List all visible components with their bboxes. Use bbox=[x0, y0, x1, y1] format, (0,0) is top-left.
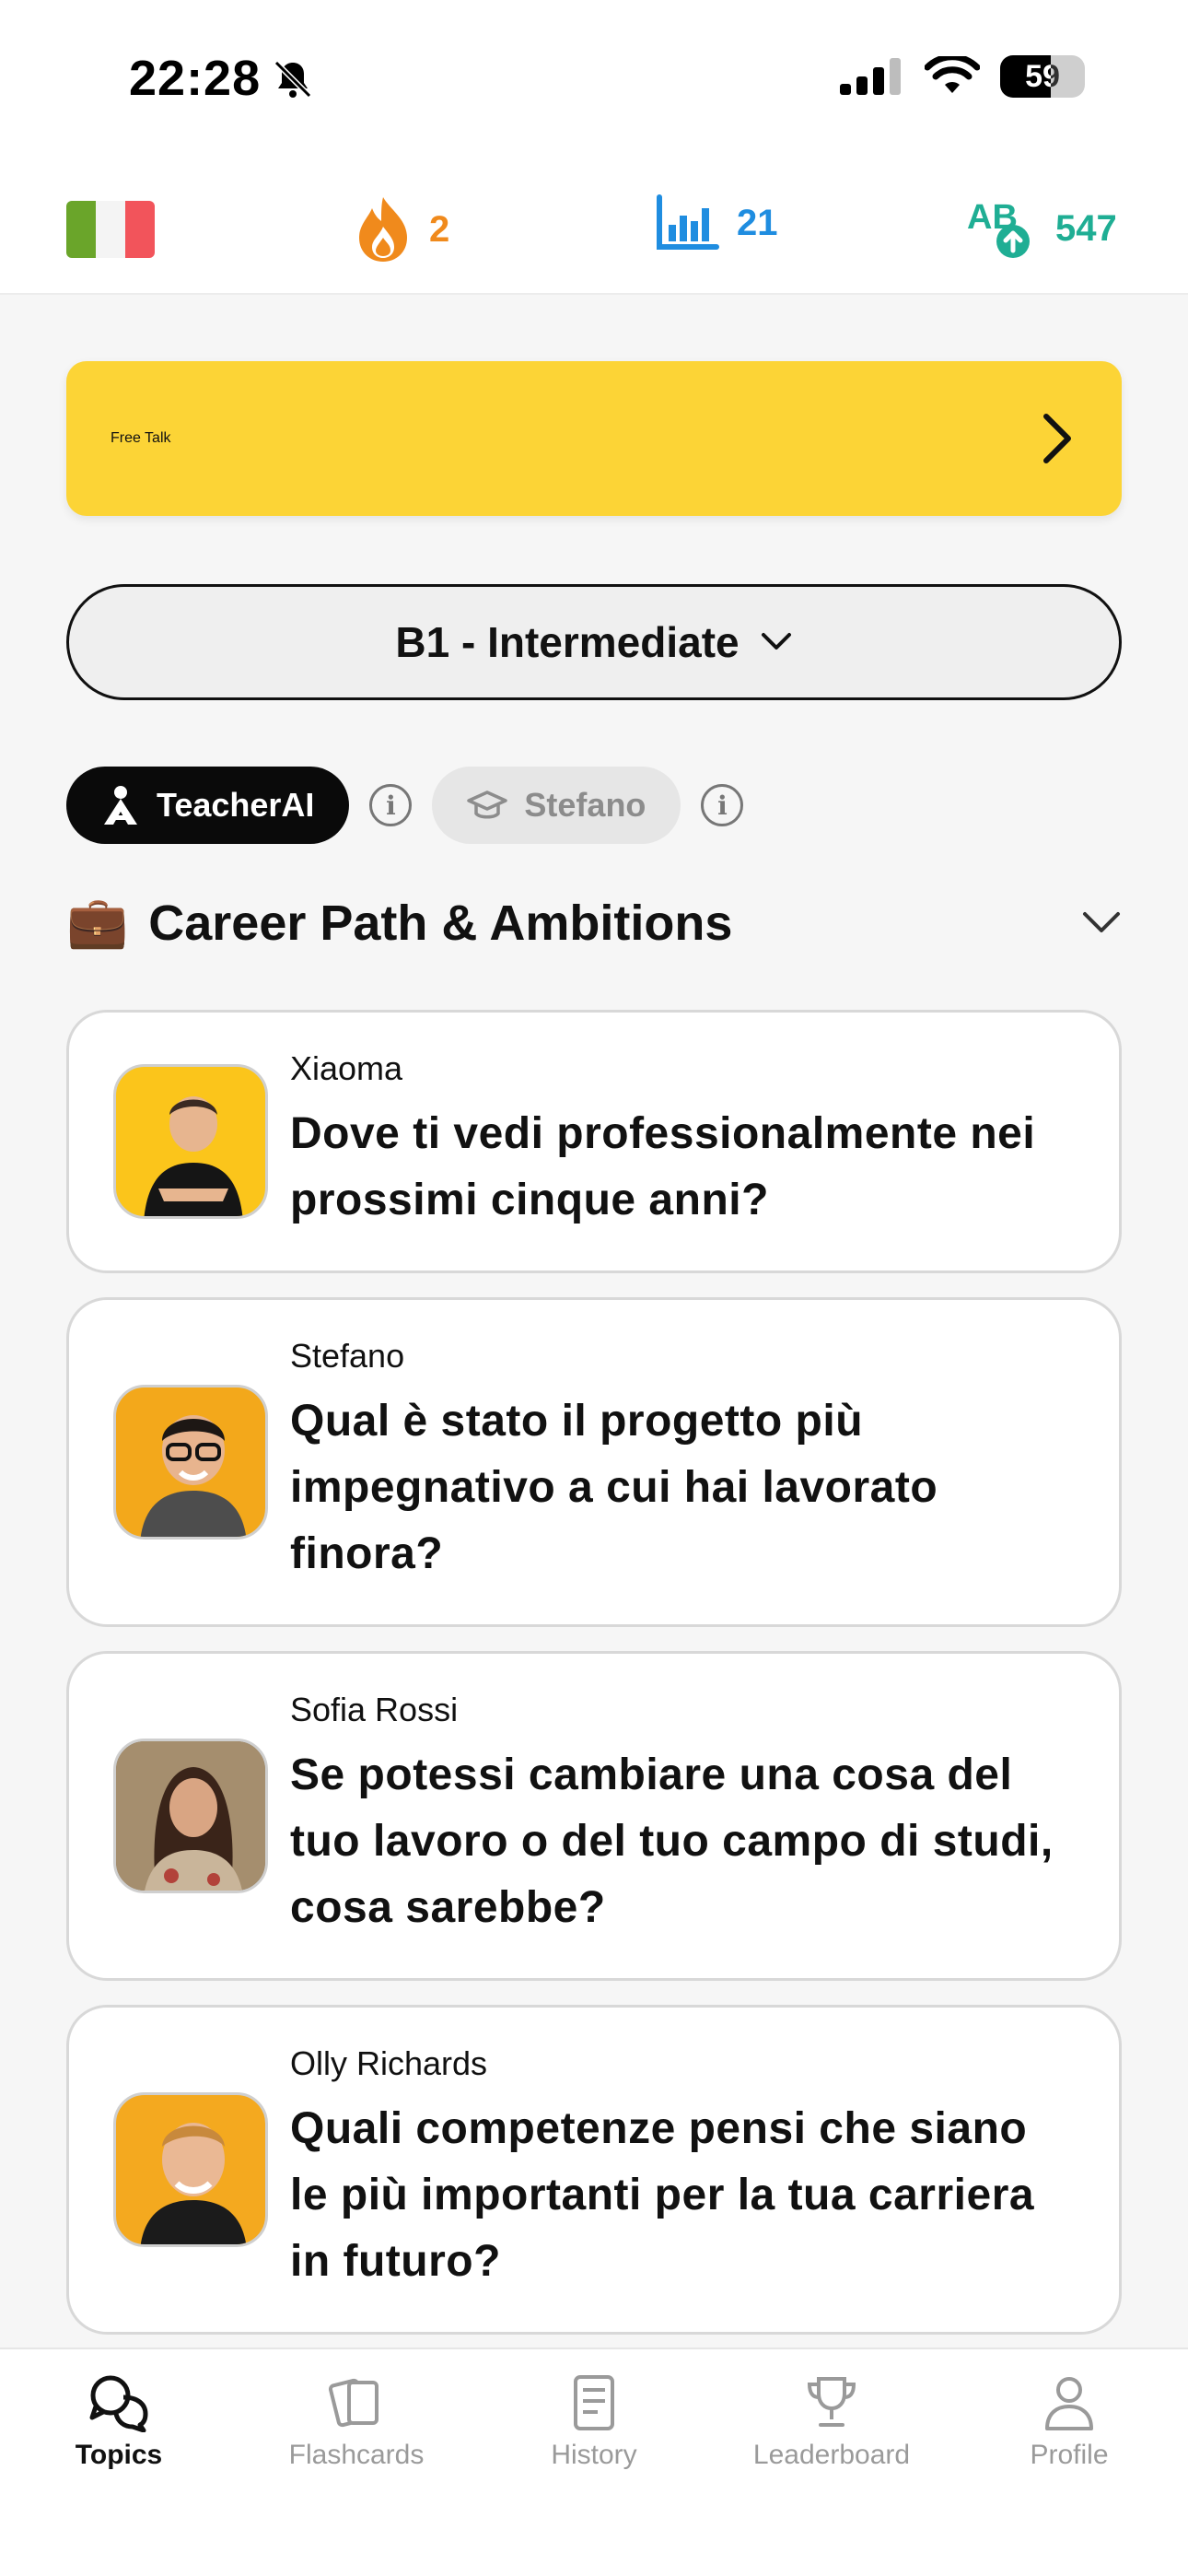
trophy-icon bbox=[807, 2377, 856, 2427]
free-talk-button[interactable]: Free Talk bbox=[66, 361, 1122, 516]
chevron-down-icon[interactable] bbox=[1081, 910, 1122, 936]
tab-label: Profile bbox=[1030, 2440, 1109, 2470]
streak-value: 2 bbox=[429, 208, 450, 250]
section-title-text: Career Path & Ambitions bbox=[148, 895, 733, 951]
status-bar: 22:28 59 bbox=[0, 0, 1188, 166]
tutor-chip-stefano[interactable]: Stefano bbox=[432, 767, 681, 844]
xp-value: 547 bbox=[1055, 207, 1117, 249]
xp-counter[interactable]: AB 547 bbox=[965, 193, 1117, 263]
signal-icon bbox=[840, 58, 901, 95]
info-icon-teacherai[interactable]: i bbox=[369, 784, 413, 826]
italy-flag-icon[interactable] bbox=[66, 201, 155, 258]
card-question: Se potessi cambiare una cosa del tuo lav… bbox=[290, 1751, 1054, 1932]
card-author: Olly Richards bbox=[290, 2044, 488, 2082]
topic-card[interactable]: Xiaoma Dove ti vedi professionalmente ne… bbox=[66, 1010, 1122, 1273]
topic-section-header[interactable]: 💼 Career Path & Ambitions bbox=[66, 894, 1122, 952]
card-author: Stefano bbox=[290, 1337, 405, 1375]
bottom-tab-bar: Topics Flashcards History Leaderboard Pr… bbox=[0, 2348, 1188, 2576]
tab-history[interactable]: History bbox=[475, 2349, 713, 2576]
chevron-down-icon bbox=[761, 633, 791, 650]
vocabulary-up-icon: AB bbox=[967, 198, 1030, 258]
briefcase-icon: 💼 bbox=[66, 895, 129, 950]
topic-card[interactable]: Stefano Qual è stato il progetto più imp… bbox=[66, 1297, 1122, 1627]
teacher-ai-icon bbox=[104, 786, 137, 825]
level-value: 21 bbox=[737, 202, 778, 243]
bar-chart-icon bbox=[657, 194, 719, 250]
tab-topics[interactable]: Topics bbox=[0, 2349, 238, 2576]
card-question: Dove ti vedi professionalmente nei pross… bbox=[290, 1109, 1036, 1224]
streak-counter[interactable]: 2 bbox=[354, 193, 449, 265]
wifi-icon bbox=[925, 56, 980, 93]
tutor-chip-teacherai-label: TeacherAI bbox=[157, 786, 315, 824]
topic-card[interactable]: Sofia Rossi Se potessi cambiare una cosa… bbox=[66, 1651, 1122, 1981]
graduation-cap-icon bbox=[467, 790, 508, 819]
free-talk-label: Free Talk bbox=[111, 430, 171, 446]
tab-label: Leaderboard bbox=[752, 2440, 911, 2470]
level-dropdown-label: B1 - Intermediate bbox=[395, 618, 740, 666]
level-dropdown[interactable]: B1 - Intermediate bbox=[66, 584, 1122, 700]
card-author: Xiaoma bbox=[290, 1049, 403, 1087]
document-icon bbox=[574, 2375, 614, 2430]
person-icon bbox=[1045, 2377, 1093, 2430]
topic-card[interactable]: Olly Richards Quali competenze pensi che… bbox=[66, 2005, 1122, 2335]
fire-icon bbox=[359, 197, 407, 262]
avatar-olly-richards bbox=[113, 2092, 268, 2247]
status-time: 22:28 bbox=[129, 51, 262, 106]
tab-flashcards[interactable]: Flashcards bbox=[238, 2349, 475, 2576]
card-question: Quali competenze pensi che siano le più … bbox=[290, 2104, 1035, 2286]
cards-icon bbox=[328, 2378, 379, 2428]
chat-bubbles-icon bbox=[89, 2375, 148, 2432]
battery-indicator: 59 bbox=[1000, 55, 1085, 98]
info-icon-stefano[interactable]: i bbox=[701, 784, 744, 826]
tab-leaderboard[interactable]: Leaderboard bbox=[713, 2349, 950, 2576]
tab-label: History bbox=[551, 2440, 637, 2470]
avatar-stefano bbox=[113, 1385, 268, 1540]
status-indicators: 59 bbox=[840, 55, 1085, 98]
tutor-selector: TeacherAI i Stefano i bbox=[66, 767, 744, 844]
tutor-chip-teacherai[interactable]: TeacherAI bbox=[66, 767, 350, 844]
card-author: Sofia Rossi bbox=[290, 1691, 459, 1728]
avatar-xiaoma bbox=[113, 1064, 268, 1219]
bell-muted-icon bbox=[274, 60, 312, 99]
level-counter[interactable]: 21 bbox=[656, 193, 778, 252]
topic-cards-list: Xiaoma Dove ti vedi professionalmente ne… bbox=[66, 1010, 1122, 2348]
section-title: 💼 Career Path & Ambitions bbox=[66, 894, 732, 952]
tutor-chip-stefano-label: Stefano bbox=[524, 786, 646, 824]
tab-label: Flashcards bbox=[288, 2440, 425, 2470]
stats-bar: 2 21 AB 547 bbox=[0, 166, 1188, 295]
card-question: Qual è stato il progetto più impegnativo… bbox=[290, 1397, 938, 1578]
avatar-sofia-rossi bbox=[113, 1739, 268, 1893]
tab-profile[interactable]: Profile bbox=[950, 2349, 1188, 2576]
chevron-right-icon bbox=[1043, 414, 1071, 463]
tab-label: Topics bbox=[75, 2440, 163, 2470]
